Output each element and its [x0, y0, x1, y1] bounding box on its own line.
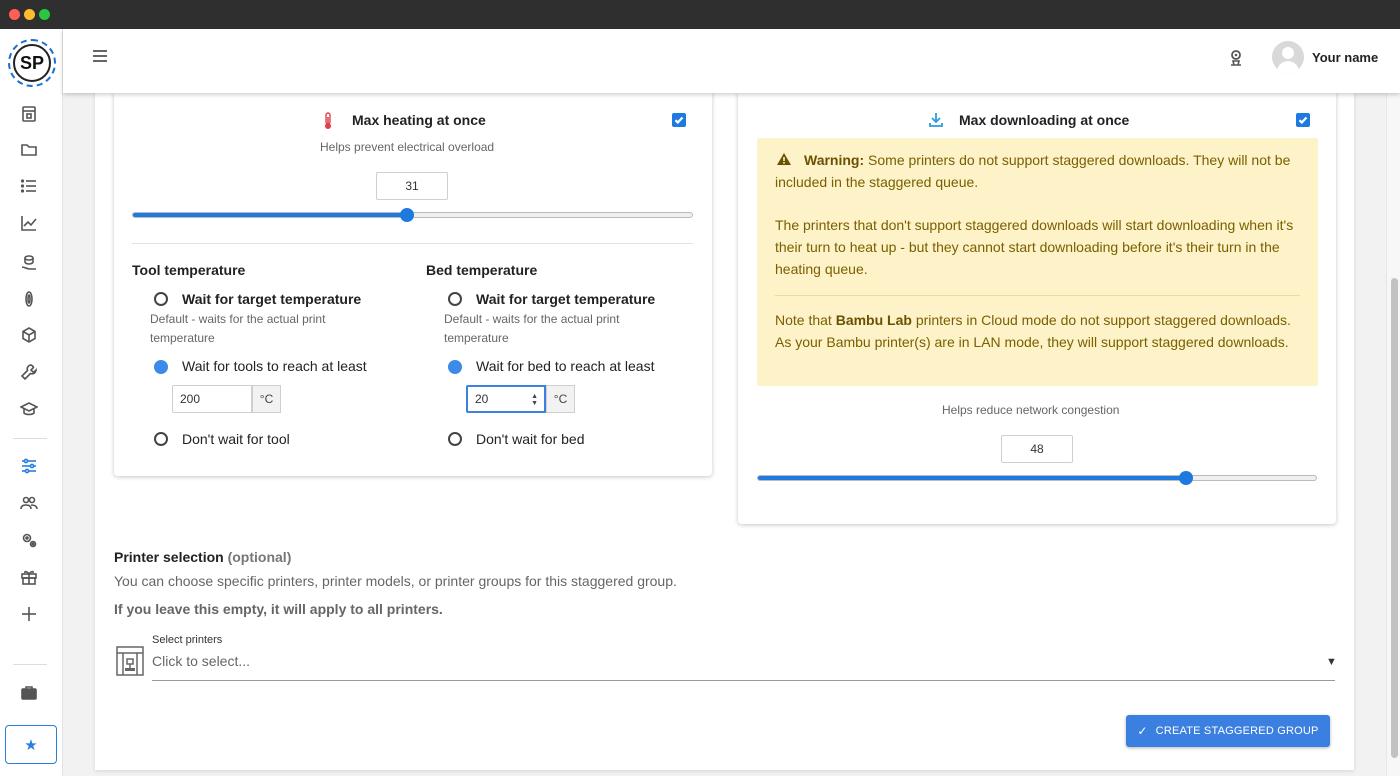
- printer-selection-description: You can choose specific printers, printe…: [114, 573, 677, 589]
- warning-note: Note that Bambu Lab printers in Cloud mo…: [775, 309, 1295, 353]
- create-staggered-group-button[interactable]: ✓ CREATE STAGGERED GROUP: [1126, 715, 1330, 747]
- menu-toggle-icon[interactable]: [93, 50, 107, 62]
- app-logo[interactable]: SP: [8, 39, 56, 87]
- users-icon[interactable]: [17, 491, 41, 515]
- bed-no-wait-label[interactable]: Don't wait for bed: [476, 431, 585, 447]
- spool-hand-icon[interactable]: [17, 250, 41, 274]
- max-downloading-title: Max downloading at once: [959, 112, 1130, 128]
- sliders-icon[interactable]: [17, 454, 41, 478]
- thermometer-icon: [322, 112, 334, 135]
- tool-no-wait-radio[interactable]: [154, 432, 168, 446]
- tool-temperature-title: Tool temperature: [132, 262, 246, 278]
- max-downloading-subtitle: Helps reduce network congestion: [942, 403, 1120, 417]
- bed-wait-reach-label[interactable]: Wait for bed to reach at least: [476, 358, 654, 374]
- bed-temperature-input[interactable]: 20 ▲ ▼: [466, 385, 546, 413]
- check-icon: ✓: [1137, 724, 1148, 738]
- list-icon[interactable]: [17, 174, 41, 198]
- bed-wait-reach-radio[interactable]: [448, 360, 462, 374]
- sidebar: SP ★: [0, 29, 63, 776]
- printer-farm-icon[interactable]: [17, 102, 41, 126]
- max-downloading-checkbox[interactable]: [1296, 113, 1310, 127]
- tool-temperature-unit: °C: [252, 385, 281, 413]
- bed-no-wait-radio[interactable]: [448, 432, 462, 446]
- create-staggered-group-label: CREATE STAGGERED GROUP: [1155, 725, 1319, 737]
- note-brand: Bambu Lab: [835, 312, 912, 328]
- bed-temperature-title: Bed temperature: [426, 262, 538, 278]
- sidebar-divider: [13, 438, 47, 439]
- username[interactable]: Your name: [1312, 50, 1378, 65]
- select-printers-label: Select printers: [152, 634, 223, 646]
- warning-divider: [775, 295, 1300, 296]
- favorites-button[interactable]: ★: [5, 725, 57, 764]
- gift-icon[interactable]: [17, 565, 41, 589]
- tool-wait-reach-radio[interactable]: [154, 360, 168, 374]
- printer-selection-optional: (optional): [227, 549, 292, 565]
- plus-icon[interactable]: [17, 602, 41, 626]
- bed-temperature-value: 20: [475, 392, 489, 406]
- printer-status-icon[interactable]: [1226, 48, 1246, 68]
- printer-selection-note: If you leave this empty, it will apply t…: [114, 601, 443, 617]
- warning-paragraph-2: The printers that don't support staggere…: [775, 217, 1294, 277]
- tool-wait-target-label[interactable]: Wait for target temperature: [182, 291, 361, 307]
- max-downloading-input[interactable]: 48: [1001, 435, 1073, 463]
- max-heating-checkbox[interactable]: [672, 113, 686, 127]
- max-heating-input[interactable]: 31: [376, 172, 448, 200]
- note-prefix: Note that: [775, 312, 836, 328]
- max-heating-title: Max heating at once: [352, 112, 486, 128]
- tool-wait-reach-label[interactable]: Wait for tools to reach at least: [182, 358, 367, 374]
- warning-paragraph-1: Warning: Some printers do not support st…: [775, 149, 1295, 193]
- download-icon: [929, 112, 943, 133]
- printer-selection-title-text: Printer selection: [114, 549, 224, 565]
- tool-wait-target-radio[interactable]: [154, 292, 168, 306]
- bed-temperature-unit: °C: [546, 385, 575, 413]
- select-printers-input[interactable]: Click to select...: [152, 653, 250, 669]
- max-heating-subtitle: Helps prevent electrical overload: [320, 140, 495, 154]
- tool-wait-target-description: Default - waits for the actual print tem…: [150, 312, 326, 345]
- tool-no-wait-label[interactable]: Don't wait for tool: [182, 431, 290, 447]
- minimize-window-button[interactable]: [24, 9, 35, 20]
- dropdown-arrow-icon[interactable]: ▼: [1326, 656, 1337, 668]
- warning-label: Warning:: [804, 152, 865, 168]
- top-bar: Your name: [63, 29, 1400, 93]
- logo-text: SP: [13, 44, 51, 82]
- filament-icon[interactable]: [17, 287, 41, 311]
- bed-wait-target-description: Default - waits for the actual print tem…: [444, 312, 620, 345]
- select-printers-underline: [152, 680, 1335, 681]
- window-titlebar: [0, 0, 1400, 29]
- wrench-icon[interactable]: [17, 360, 41, 384]
- graduation-cap-icon[interactable]: [17, 397, 41, 421]
- briefcase-icon[interactable]: [17, 681, 41, 705]
- gears-icon[interactable]: [17, 528, 41, 552]
- tool-temperature-input[interactable]: 200: [172, 385, 252, 413]
- max-downloading-slider-thumb[interactable]: [1178, 471, 1193, 485]
- folder-icon[interactable]: [17, 137, 41, 161]
- divider: [132, 243, 693, 244]
- star-icon: ★: [24, 736, 38, 754]
- page-scrollbar[interactable]: [1386, 93, 1400, 776]
- max-heating-slider-thumb[interactable]: [399, 208, 414, 222]
- max-downloading-slider[interactable]: [757, 475, 1317, 481]
- scrollbar-thumb[interactable]: [1391, 278, 1398, 758]
- printer-icon: [115, 645, 145, 682]
- bed-wait-target-label[interactable]: Wait for target temperature: [476, 291, 655, 307]
- bed-wait-target-radio[interactable]: [448, 292, 462, 306]
- avatar[interactable]: [1272, 41, 1304, 73]
- cube-icon[interactable]: [17, 323, 41, 347]
- stepper-arrows-icon[interactable]: ▲ ▼: [531, 393, 538, 407]
- zoom-window-button[interactable]: [39, 9, 50, 20]
- chart-icon[interactable]: [17, 211, 41, 235]
- close-window-button[interactable]: [9, 9, 20, 20]
- sidebar-divider: [13, 664, 47, 665]
- printer-selection-title: Printer selection (optional): [114, 549, 291, 565]
